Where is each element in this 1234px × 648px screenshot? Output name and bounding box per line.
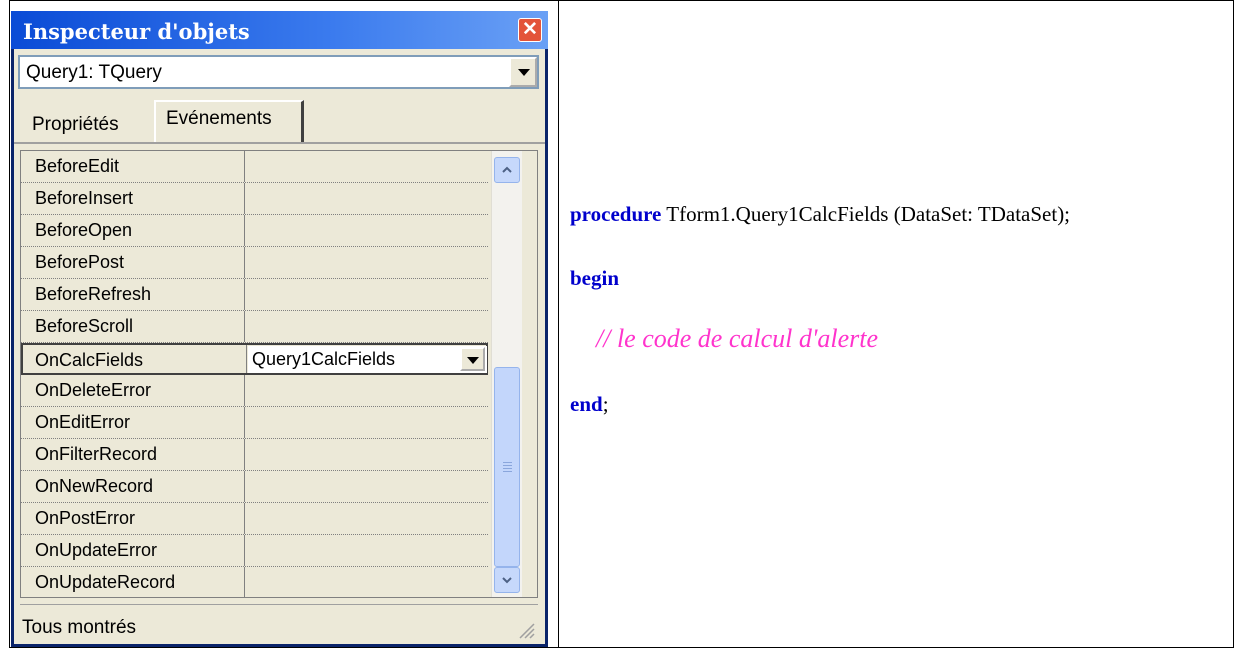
status-text: Tous montrés — [22, 617, 137, 638]
chevron-down-icon — [502, 577, 512, 584]
code-line-comment: // le code de calcul d'alerte — [596, 324, 878, 354]
event-row-ondeleteerror[interactable]: OnDeleteError — [21, 375, 488, 407]
scrollbar-thumb[interactable] — [494, 367, 520, 567]
code-line-end: end; — [570, 392, 609, 417]
event-handler-select[interactable]: Query1CalcFields — [248, 346, 487, 373]
event-row-beforeedit[interactable]: BeforeEdit — [21, 151, 488, 183]
object-selector-value: Query1: TQuery — [26, 62, 162, 83]
event-name: OnUpdateError — [35, 540, 158, 560]
event-row-onupdaterecord[interactable]: OnUpdateRecord — [21, 567, 488, 597]
object-inspector-window: Inspecteur d'objets ✕ Query1: TQuery Pro… — [11, 11, 548, 647]
procedure-signature: Tform1.Query1CalcFields (DataSet: TDataS… — [661, 202, 1071, 226]
event-name: BeforeScroll — [35, 316, 134, 336]
close-button[interactable]: ✕ — [518, 18, 542, 42]
event-name: OnDeleteError — [35, 380, 152, 400]
object-selector[interactable]: Query1: TQuery — [18, 55, 539, 89]
end-semicolon: ; — [602, 392, 609, 416]
event-row-beforeinsert[interactable]: BeforeInsert — [21, 183, 488, 215]
event-row-beforerefresh[interactable]: BeforeRefresh — [21, 279, 488, 311]
status-bar: Tous montrés — [20, 604, 538, 642]
event-row-beforeopen[interactable]: BeforeOpen — [21, 215, 488, 247]
keyword-procedure: procedure — [570, 202, 662, 226]
event-row-beforescroll[interactable]: BeforeScroll — [21, 311, 488, 343]
event-row-onupdateerror[interactable]: OnUpdateError — [21, 535, 488, 567]
chevron-up-icon — [502, 166, 512, 173]
tab-properties[interactable]: Propriétés — [20, 108, 152, 142]
event-handler-value: Query1CalcFields — [252, 349, 396, 369]
event-name: OnNewRecord — [35, 476, 154, 496]
event-name: BeforePost — [35, 252, 125, 272]
window-title: Inspecteur d'objets — [23, 19, 250, 44]
event-row-onediterror[interactable]: OnEditError — [21, 407, 488, 439]
event-name: OnCalcFields — [35, 350, 144, 370]
keyword-begin: begin — [570, 266, 620, 290]
keyword-end: end — [570, 392, 603, 416]
title-bar[interactable]: Inspecteur d'objets ✕ — [11, 11, 548, 49]
scroll-up-button[interactable] — [494, 157, 520, 183]
chevron-down-icon — [518, 69, 530, 76]
tab-baseline — [14, 142, 545, 144]
event-name: BeforeOpen — [35, 220, 133, 240]
object-selector-dropdown-button[interactable] — [509, 57, 537, 87]
close-icon: ✕ — [522, 19, 538, 40]
event-row-onnewrecord[interactable]: OnNewRecord — [21, 471, 488, 503]
scroll-down-button[interactable] — [494, 567, 520, 593]
event-row-onposterror[interactable]: OnPostError — [21, 503, 488, 535]
event-name: OnFilterRecord — [35, 444, 158, 464]
chevron-down-icon — [467, 357, 479, 364]
event-row-beforepost[interactable]: BeforePost — [21, 247, 488, 279]
inspector-client: Query1: TQuery Propriétés Evénements Bef… — [14, 49, 545, 644]
event-name: BeforeEdit — [35, 156, 120, 176]
event-name: BeforeInsert — [35, 188, 134, 208]
tab-events[interactable]: Evénements — [154, 100, 304, 142]
event-name: BeforeRefresh — [35, 284, 152, 304]
event-row-oncalcfields[interactable]: OnCalcFields Query1CalcFields — [21, 343, 488, 375]
event-name: OnPostError — [35, 508, 136, 528]
vertical-scrollbar[interactable] — [491, 151, 522, 597]
event-name: OnUpdateRecord — [35, 572, 176, 592]
code-line-procedure: procedure Tform1.Query1CalcFields (DataS… — [570, 202, 1070, 227]
event-handler-dropdown-button[interactable] — [460, 347, 485, 371]
event-name: OnEditError — [35, 412, 131, 432]
resize-grip-icon[interactable] — [516, 620, 536, 640]
code-line-begin: begin — [570, 266, 619, 291]
events-grid: BeforeEdit BeforeInsert BeforeOpen Befor… — [20, 150, 538, 598]
table-divider — [558, 0, 559, 648]
event-row-onfilterrecord[interactable]: OnFilterRecord — [21, 439, 488, 471]
code-comment: // le code de calcul d'alerte — [596, 324, 879, 353]
